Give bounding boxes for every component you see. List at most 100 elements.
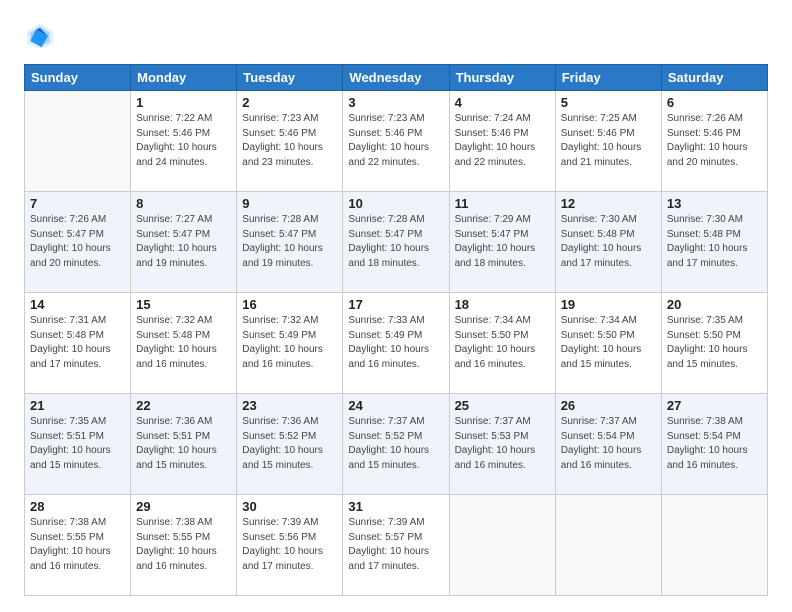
day-number: 26 xyxy=(561,398,656,413)
day-info: Sunrise: 7:22 AM Sunset: 5:46 PM Dayligh… xyxy=(136,112,231,170)
calendar-weekday-thursday: Thursday xyxy=(449,65,555,91)
page: SundayMondayTuesdayWednesdayThursdayFrid… xyxy=(0,0,792,612)
calendar-cell: 4Sunrise: 7:24 AM Sunset: 5:46 PM Daylig… xyxy=(449,91,555,192)
calendar-weekday-wednesday: Wednesday xyxy=(343,65,449,91)
day-number: 10 xyxy=(348,196,443,211)
calendar-cell: 14 Sunrise: 7:31 AM Sunset: 5:48 PM Dayli… xyxy=(25,293,131,394)
day-info: Sunrise: 7:34 AM Sunset: 5:50 PM Dayligh… xyxy=(455,314,550,372)
day-number: 19 xyxy=(561,297,656,312)
calendar-cell: 27 Sunrise: 7:38 AM Sunset: 5:54 PM Dayli… xyxy=(661,394,767,495)
calendar-cell: 7 Sunrise: 7:26 AM Sunset: 5:47 PM Daylig… xyxy=(25,192,131,293)
calendar-cell: 19 Sunrise: 7:34 AM Sunset: 5:50 PM Dayli… xyxy=(555,293,661,394)
calendar-cell: 21Sunrise: 7:35 AM Sunset: 5:51 PM Dayli… xyxy=(25,394,131,495)
day-info: Sunrise: 7:39 AM Sunset: 5:57 PM Dayligh… xyxy=(348,516,443,574)
logo-icon xyxy=(24,20,56,52)
day-number: 31 xyxy=(348,499,443,514)
day-number: 18 xyxy=(455,297,550,312)
calendar-weekday-sunday: Sunday xyxy=(25,65,131,91)
day-info: Sunrise: 7:31 AM Sunset: 5:48 PM Dayligh… xyxy=(30,314,125,372)
day-number: 23 xyxy=(242,398,337,413)
day-number: 28 xyxy=(30,499,125,514)
day-number: 8 xyxy=(136,196,231,211)
calendar-cell: 20Sunrise: 7:35 AM Sunset: 5:50 PM Dayli… xyxy=(661,293,767,394)
day-info: Sunrise: 7:28 AM Sunset: 5:47 PM Dayligh… xyxy=(242,213,337,271)
calendar-cell xyxy=(661,495,767,596)
day-number: 13 xyxy=(667,196,762,211)
day-number: 6 xyxy=(667,95,762,110)
day-number: 4 xyxy=(455,95,550,110)
day-number: 27 xyxy=(667,398,762,413)
day-number: 3 xyxy=(348,95,443,110)
calendar-cell: 17 Sunrise: 7:33 AM Sunset: 5:49 PM Dayli… xyxy=(343,293,449,394)
day-info: Sunrise: 7:29 AM Sunset: 5:47 PM Dayligh… xyxy=(455,213,550,271)
calendar-cell: 2 Sunrise: 7:23 AM Sunset: 5:46 PM Daylig… xyxy=(237,91,343,192)
day-number: 9 xyxy=(242,196,337,211)
day-info: Sunrise: 7:26 AM Sunset: 5:47 PM Dayligh… xyxy=(30,213,125,271)
day-number: 22 xyxy=(136,398,231,413)
day-number: 12 xyxy=(561,196,656,211)
day-number: 11 xyxy=(455,196,550,211)
calendar-cell: 1 Sunrise: 7:22 AM Sunset: 5:46 PM Daylig… xyxy=(131,91,237,192)
calendar-header-row: SundayMondayTuesdayWednesdayThursdayFrid… xyxy=(25,65,768,91)
day-info: Sunrise: 7:33 AM Sunset: 5:49 PM Dayligh… xyxy=(348,314,443,372)
day-number: 1 xyxy=(136,95,231,110)
calendar-week-row: 21Sunrise: 7:35 AM Sunset: 5:51 PM Dayli… xyxy=(25,394,768,495)
day-info: Sunrise: 7:30 AM Sunset: 5:48 PM Dayligh… xyxy=(667,213,762,271)
day-number: 17 xyxy=(348,297,443,312)
day-info: Sunrise: 7:30 AM Sunset: 5:48 PM Dayligh… xyxy=(561,213,656,271)
calendar-cell: 3 Sunrise: 7:23 AM Sunset: 5:46 PM Daylig… xyxy=(343,91,449,192)
calendar-cell: 28 Sunrise: 7:38 AM Sunset: 5:55 PM Dayli… xyxy=(25,495,131,596)
calendar-cell: 10Sunrise: 7:28 AM Sunset: 5:47 PM Dayli… xyxy=(343,192,449,293)
calendar-weekday-tuesday: Tuesday xyxy=(237,65,343,91)
day-info: Sunrise: 7:23 AM Sunset: 5:46 PM Dayligh… xyxy=(348,112,443,170)
day-number: 25 xyxy=(455,398,550,413)
calendar-cell: 9 Sunrise: 7:28 AM Sunset: 5:47 PM Daylig… xyxy=(237,192,343,293)
day-info: Sunrise: 7:39 AM Sunset: 5:56 PM Dayligh… xyxy=(242,516,337,574)
calendar-cell: 24 Sunrise: 7:37 AM Sunset: 5:52 PM Dayli… xyxy=(343,394,449,495)
calendar-weekday-saturday: Saturday xyxy=(661,65,767,91)
calendar-cell: 15Sunrise: 7:32 AM Sunset: 5:48 PM Dayli… xyxy=(131,293,237,394)
day-info: Sunrise: 7:37 AM Sunset: 5:54 PM Dayligh… xyxy=(561,415,656,473)
calendar-cell: 11 Sunrise: 7:29 AM Sunset: 5:47 PM Dayli… xyxy=(449,192,555,293)
day-number: 29 xyxy=(136,499,231,514)
day-info: Sunrise: 7:27 AM Sunset: 5:47 PM Dayligh… xyxy=(136,213,231,271)
calendar-cell: 23 Sunrise: 7:36 AM Sunset: 5:52 PM Dayli… xyxy=(237,394,343,495)
day-number: 16 xyxy=(242,297,337,312)
day-number: 2 xyxy=(242,95,337,110)
calendar-cell: 18 Sunrise: 7:34 AM Sunset: 5:50 PM Dayli… xyxy=(449,293,555,394)
day-number: 30 xyxy=(242,499,337,514)
day-info: Sunrise: 7:23 AM Sunset: 5:46 PM Dayligh… xyxy=(242,112,337,170)
day-info: Sunrise: 7:37 AM Sunset: 5:53 PM Dayligh… xyxy=(455,415,550,473)
day-number: 14 xyxy=(30,297,125,312)
calendar-table: SundayMondayTuesdayWednesdayThursdayFrid… xyxy=(24,64,768,596)
day-number: 21 xyxy=(30,398,125,413)
calendar-weekday-monday: Monday xyxy=(131,65,237,91)
day-info: Sunrise: 7:38 AM Sunset: 5:54 PM Dayligh… xyxy=(667,415,762,473)
calendar-cell: 29 Sunrise: 7:38 AM Sunset: 5:55 PM Dayli… xyxy=(131,495,237,596)
day-info: Sunrise: 7:36 AM Sunset: 5:51 PM Dayligh… xyxy=(136,415,231,473)
day-info: Sunrise: 7:37 AM Sunset: 5:52 PM Dayligh… xyxy=(348,415,443,473)
calendar-weekday-friday: Friday xyxy=(555,65,661,91)
day-number: 20 xyxy=(667,297,762,312)
day-info: Sunrise: 7:32 AM Sunset: 5:48 PM Dayligh… xyxy=(136,314,231,372)
day-info: Sunrise: 7:38 AM Sunset: 5:55 PM Dayligh… xyxy=(136,516,231,574)
calendar-cell: 31 Sunrise: 7:39 AM Sunset: 5:57 PM Dayli… xyxy=(343,495,449,596)
calendar-cell: 25 Sunrise: 7:37 AM Sunset: 5:53 PM Dayli… xyxy=(449,394,555,495)
calendar-cell xyxy=(449,495,555,596)
day-number: 5 xyxy=(561,95,656,110)
calendar-cell: 13 Sunrise: 7:30 AM Sunset: 5:48 PM Dayli… xyxy=(661,192,767,293)
header xyxy=(24,20,768,52)
logo xyxy=(24,20,60,52)
day-info: Sunrise: 7:34 AM Sunset: 5:50 PM Dayligh… xyxy=(561,314,656,372)
calendar-week-row: 28 Sunrise: 7:38 AM Sunset: 5:55 PM Dayli… xyxy=(25,495,768,596)
calendar-cell: 8 Sunrise: 7:27 AM Sunset: 5:47 PM Daylig… xyxy=(131,192,237,293)
calendar-week-row: 7 Sunrise: 7:26 AM Sunset: 5:47 PM Daylig… xyxy=(25,192,768,293)
calendar-cell xyxy=(555,495,661,596)
calendar-cell: 26 Sunrise: 7:37 AM Sunset: 5:54 PM Dayli… xyxy=(555,394,661,495)
day-number: 7 xyxy=(30,196,125,211)
calendar-cell: 5Sunrise: 7:25 AM Sunset: 5:46 PM Daylig… xyxy=(555,91,661,192)
day-number: 24 xyxy=(348,398,443,413)
day-info: Sunrise: 7:36 AM Sunset: 5:52 PM Dayligh… xyxy=(242,415,337,473)
calendar-cell: 22 Sunrise: 7:36 AM Sunset: 5:51 PM Dayli… xyxy=(131,394,237,495)
day-info: Sunrise: 7:38 AM Sunset: 5:55 PM Dayligh… xyxy=(30,516,125,574)
